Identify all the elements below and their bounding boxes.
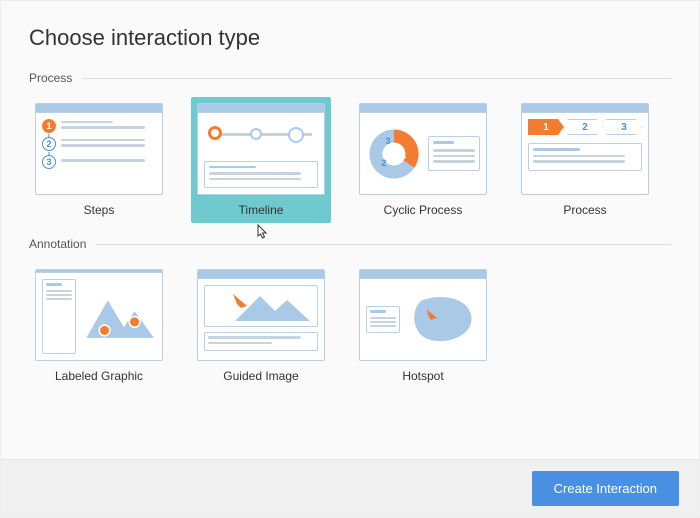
donut-chart-icon: 1 2 3 (366, 126, 422, 182)
thumb-timeline (197, 103, 325, 195)
timeline-dot-icon (250, 128, 262, 140)
thumb-guided-image (197, 269, 325, 361)
thumb-process: 1 2 3 (521, 103, 649, 195)
region-pointer-icon (405, 290, 480, 350)
svg-text:2: 2 (381, 158, 386, 168)
card-label-labeled-graphic: Labeled Graphic (35, 369, 163, 383)
card-label-steps: Steps (35, 203, 163, 217)
card-label-hotspot: Hotspot (359, 369, 487, 383)
step-number-2-icon: 2 (42, 137, 56, 151)
annotation-grid: Labeled Graphic (29, 263, 671, 389)
card-label-timeline: Timeline (197, 203, 325, 217)
card-steps[interactable]: 1 2 3 Steps (29, 97, 169, 223)
svg-text:3: 3 (385, 136, 390, 146)
section-divider (82, 78, 671, 79)
create-interaction-button[interactable]: Create Interaction (532, 471, 679, 506)
dialog-footer: Create Interaction (1, 459, 699, 517)
timeline-dot-icon (288, 127, 304, 143)
card-process[interactable]: 1 2 3 Process (515, 97, 655, 223)
chevron-2-icon: 2 (567, 119, 603, 135)
section-label-process: Process (29, 71, 72, 85)
thumb-steps: 1 2 3 (35, 103, 163, 195)
card-guided-image[interactable]: Guided Image (191, 263, 331, 389)
thumb-cyclic: 1 2 3 (359, 103, 487, 195)
process-grid: 1 2 3 Steps (29, 97, 671, 223)
card-labeled-graphic[interactable]: Labeled Graphic (29, 263, 169, 389)
card-label-guided-image: Guided Image (197, 369, 325, 383)
mountains-arrow-icon (205, 286, 317, 326)
card-timeline[interactable]: Timeline (191, 97, 331, 223)
card-hotspot[interactable]: Hotspot (353, 263, 493, 389)
mountains-markers-icon (81, 279, 156, 354)
section-header-annotation: Annotation (29, 237, 671, 251)
section-divider (96, 244, 671, 245)
section-header-process: Process (29, 71, 671, 85)
chevron-3-icon: 3 (606, 119, 642, 135)
step-number-3-icon: 3 (42, 155, 56, 169)
card-cyclic-process[interactable]: 1 2 3 Cyclic Process (353, 97, 493, 223)
thumb-hotspot (359, 269, 487, 361)
thumb-labeled-graphic (35, 269, 163, 361)
dialog-title: Choose interaction type (29, 25, 671, 51)
svg-text:1: 1 (401, 150, 406, 160)
chevron-1-icon: 1 (528, 119, 564, 135)
card-label-process: Process (521, 203, 649, 217)
section-label-annotation: Annotation (29, 237, 86, 251)
timeline-dot-active-icon (208, 126, 222, 140)
card-label-cyclic: Cyclic Process (359, 203, 487, 217)
step-number-1-icon: 1 (42, 119, 56, 133)
